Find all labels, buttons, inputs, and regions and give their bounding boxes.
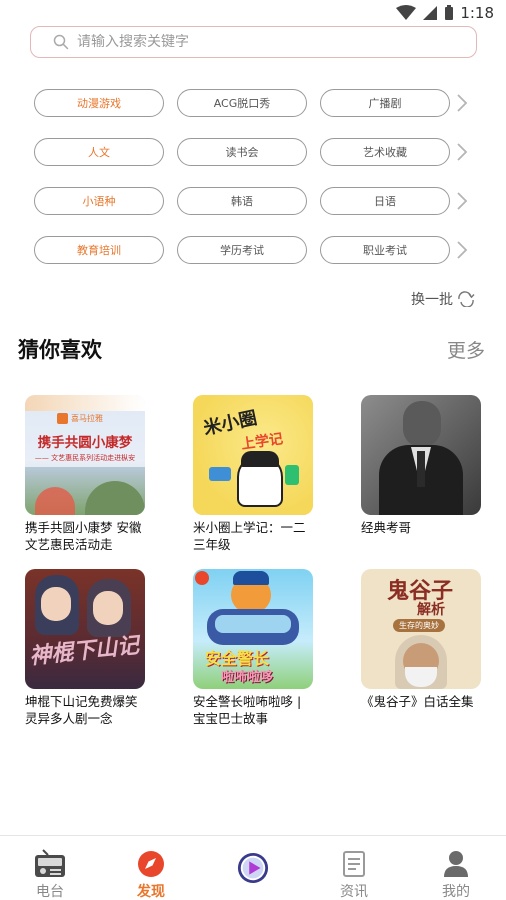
- category-chip[interactable]: 读书会: [177, 138, 307, 166]
- search-box[interactable]: [30, 26, 477, 58]
- album-card[interactable]: 安全警长 啦咘啦哆 安全警长啦咘啦哆 | 宝宝巴士故事: [193, 569, 313, 727]
- battery-icon: [445, 5, 454, 20]
- radio-icon: [34, 848, 66, 879]
- category-row: 教育培训 学历考试 职业考试: [34, 236, 468, 264]
- album-title[interactable]: 米小圈上学记：一二三年级: [193, 519, 313, 553]
- album-cover[interactable]: [361, 395, 481, 515]
- search-icon: [53, 34, 69, 50]
- category-chip[interactable]: ACG脱口秀: [177, 89, 307, 117]
- cover-title: 携手共圆小康梦: [37, 435, 133, 451]
- album-title[interactable]: 坤棍下山记免费爆笑灵异多人剧一念: [25, 693, 145, 727]
- album-cover[interactable]: 神棍下山记: [25, 569, 145, 689]
- refresh-label: 换一批: [411, 292, 453, 308]
- album-title[interactable]: 经典考哥: [361, 519, 481, 553]
- album-title[interactable]: 《鬼谷子》白话全集: [361, 693, 481, 727]
- bottom-tab-bar: 电台 发现 资讯 我的: [0, 835, 506, 900]
- album-card[interactable]: 喜马拉雅 携手共圆小康梦 —— 文艺惠民系列活动走进枞安 携手共圆小康梦 安徽文…: [25, 395, 145, 553]
- more-link[interactable]: 更多: [447, 336, 485, 363]
- chevron-right-icon[interactable]: [456, 240, 468, 260]
- album-cover[interactable]: 米小圈 上学记: [193, 395, 313, 515]
- tab-label: 我的: [442, 884, 470, 900]
- play-icon: [237, 852, 269, 884]
- category-chip[interactable]: 教育培训: [34, 236, 164, 264]
- tab-label: 电台: [36, 884, 64, 900]
- tab-profile[interactable]: 我的: [416, 836, 496, 900]
- category-chip[interactable]: 人文: [34, 138, 164, 166]
- cover-subtitle: 解析: [417, 602, 445, 618]
- refresh-icon: [458, 291, 475, 307]
- chevron-right-icon[interactable]: [456, 191, 468, 211]
- album-card[interactable]: 鬼谷子 解析 生存的奥妙 《鬼谷子》白话全集: [361, 569, 481, 727]
- category-chip[interactable]: 日语: [320, 187, 450, 215]
- tab-news[interactable]: 资讯: [314, 836, 394, 900]
- album-card[interactable]: 米小圈 上学记 米小圈上学记：一二三年级: [193, 395, 313, 553]
- status-icons: 1:18: [396, 4, 494, 22]
- category-chip[interactable]: 小语种: [34, 187, 164, 215]
- category-chip[interactable]: 广播剧: [320, 89, 450, 117]
- tab-label: 资讯: [340, 884, 368, 900]
- section-title: 猜你喜欢: [18, 338, 102, 362]
- chevron-right-icon[interactable]: [456, 93, 468, 113]
- category-chip[interactable]: 学历考试: [177, 236, 307, 264]
- status-bar: 1:18: [0, 0, 506, 28]
- compass-icon: [135, 848, 167, 879]
- tab-label: 发现: [137, 884, 165, 900]
- signal-icon: [423, 6, 438, 20]
- category-chip[interactable]: 职业考试: [320, 236, 450, 264]
- cover-subtitle: 啦咘啦哆: [221, 670, 274, 685]
- album-cover[interactable]: 安全警长 啦咘啦哆: [193, 569, 313, 689]
- chevron-right-icon[interactable]: [456, 142, 468, 162]
- category-row: 动漫游戏 ACG脱口秀 广播剧: [34, 89, 468, 117]
- category-chip[interactable]: 艺术收藏: [320, 138, 450, 166]
- brand-logo: [57, 413, 68, 424]
- category-row: 小语种 韩语 日语: [34, 187, 468, 215]
- wifi-icon: [396, 5, 417, 20]
- cover-brand: 喜马拉雅: [71, 414, 103, 423]
- refresh-button[interactable]: 换一批: [411, 289, 476, 309]
- album-card[interactable]: 经典考哥: [361, 395, 481, 553]
- category-chip[interactable]: 韩语: [177, 187, 307, 215]
- category-chip[interactable]: 动漫游戏: [34, 89, 164, 117]
- tab-radio[interactable]: 电台: [10, 836, 90, 900]
- cover-tag: 生存的奥妙: [393, 619, 445, 632]
- tab-discover[interactable]: 发现: [111, 836, 191, 900]
- cover-subtitle: —— 文艺惠民系列活动走进枞安: [34, 454, 136, 462]
- user-icon: [440, 848, 472, 879]
- search-input[interactable]: [77, 34, 437, 50]
- news-icon: [338, 848, 370, 879]
- category-row: 人文 读书会 艺术收藏: [34, 138, 468, 166]
- album-title[interactable]: 安全警长啦咘啦哆 | 宝宝巴士故事: [193, 693, 313, 727]
- album-cover[interactable]: 鬼谷子 解析 生存的奥妙: [361, 569, 481, 689]
- album-title[interactable]: 携手共圆小康梦 安徽文艺惠民活动走: [25, 519, 145, 553]
- album-cover[interactable]: 喜马拉雅 携手共圆小康梦 —— 文艺惠民系列活动走进枞安: [25, 395, 145, 515]
- status-time: 1:18: [460, 4, 494, 22]
- album-card[interactable]: 神棍下山记 坤棍下山记免费爆笑灵异多人剧一念: [25, 569, 145, 727]
- tab-player[interactable]: [213, 836, 293, 900]
